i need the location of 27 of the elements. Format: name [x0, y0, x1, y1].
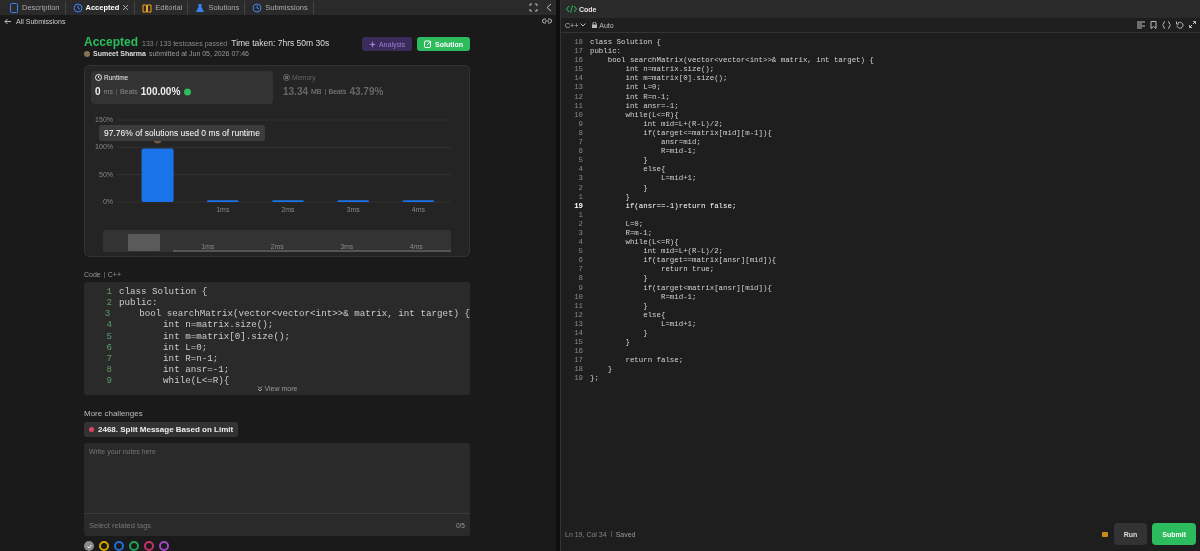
code-line: int R=n-1;: [162, 352, 219, 364]
code-line: int n=matrix.size();: [162, 319, 274, 331]
code-line: int L=0;: [162, 341, 208, 353]
metric-value: 13.34: [283, 86, 309, 98]
status-title: Accepted: [84, 35, 139, 50]
line-number: 3: [103, 308, 112, 320]
line-number: 4: [105, 319, 113, 331]
time-taken: Time taken: 7hrs 50m 30s: [231, 38, 330, 49]
code-line: int m=matrix[0].size();: [162, 330, 290, 342]
line-number: 9: [105, 374, 113, 386]
section-title: More challenges: [84, 409, 144, 418]
code-line: while(L<=R){: [162, 374, 230, 386]
line-number: 2: [105, 297, 113, 309]
code-line: class Solution {: [119, 286, 208, 298]
beats-value: 100.00%: [140, 86, 181, 98]
line-number: 7: [105, 352, 113, 364]
code-line: int ansr=-1;: [162, 363, 230, 375]
chart-tooltip: 97.76% of solutions used 0 ms of runtime: [99, 125, 265, 142]
code-line: bool searchMatrix(vector<vector<int>>& matrix, int target) {: [138, 308, 470, 320]
challenge-link[interactable]: 2468. Split Message Based on Limit: [84, 422, 239, 437]
line-number: 8: [105, 363, 113, 375]
beats-value: 43.79%: [349, 86, 384, 98]
code-line: public:: [119, 297, 158, 309]
line-number: 5: [105, 330, 113, 342]
metric-value: 0: [95, 86, 101, 98]
line-number: 6: [105, 341, 113, 353]
line-number: 1: [105, 286, 113, 298]
